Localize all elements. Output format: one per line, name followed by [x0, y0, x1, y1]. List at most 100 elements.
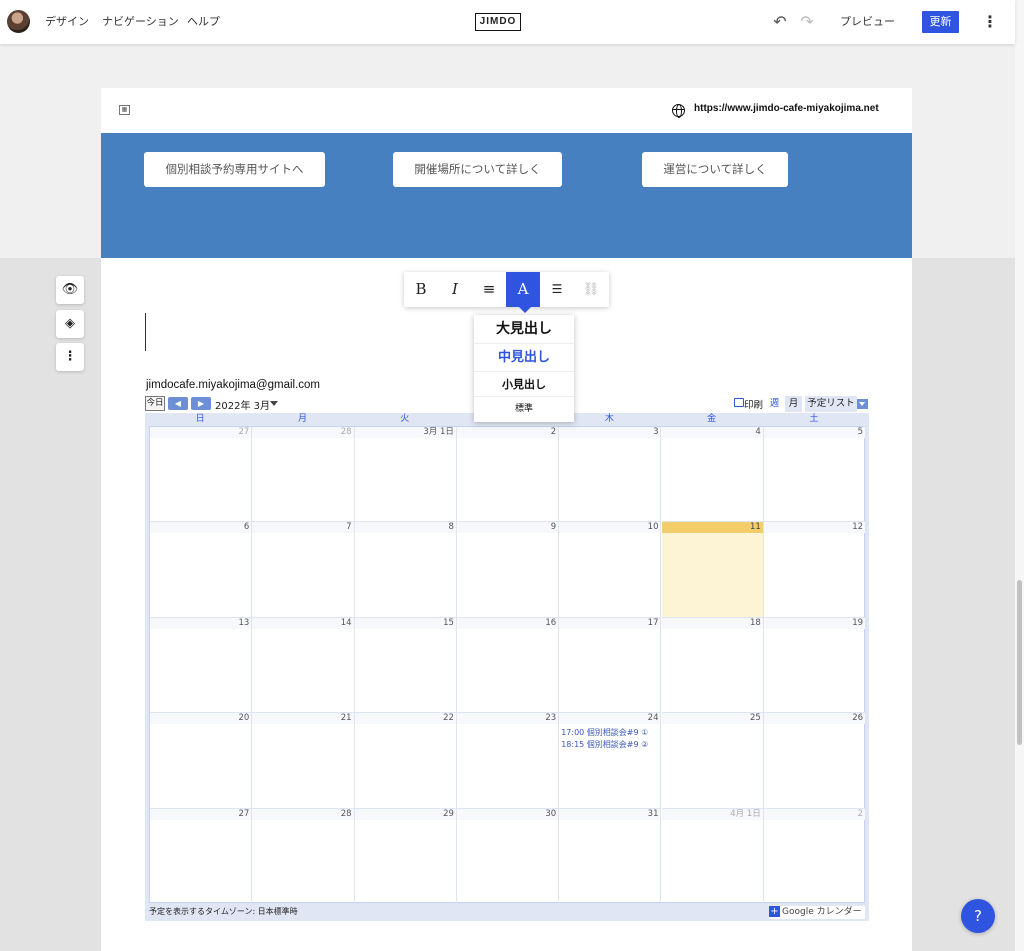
calendar-day-cell[interactable]: 8: [354, 522, 457, 618]
calendar-day-cell[interactable]: 16: [456, 617, 560, 714]
month-dropdown-icon[interactable]: [270, 401, 278, 406]
booking-site-button[interactable]: 個別相談予約専用サイトへ: [144, 152, 325, 187]
calendar-day-cell[interactable]: 24 17:00 個別相談会#9 ① 18:15 個別相談会#9 ②: [559, 713, 662, 809]
link-icon[interactable]: ⛓: [574, 272, 608, 307]
calendar-day-cell[interactable]: 5: [763, 427, 867, 523]
calendar-day-cell[interactable]: 10: [559, 522, 662, 618]
calendar-day-cell[interactable]: 27: [150, 808, 253, 904]
tab-month[interactable]: 月: [785, 396, 802, 412]
site-logo-icon[interactable]: ▦: [119, 105, 130, 115]
calendar-day-cell[interactable]: 30: [456, 808, 560, 904]
calendar-day-cell[interactable]: 15: [354, 617, 457, 714]
jimdo-logo: JIMDO: [475, 13, 521, 31]
more-menu-icon[interactable]: ⋮: [982, 10, 998, 34]
toolbar-pointer: [519, 307, 531, 313]
calendar-day-cell[interactable]: 3: [559, 427, 662, 523]
more-options-icon[interactable]: ⋮: [56, 343, 84, 371]
calendar-day-cell[interactable]: 22: [354, 713, 457, 809]
calendar-day-cell[interactable]: 6: [150, 522, 253, 618]
current-month[interactable]: 2022年 3月: [215, 397, 270, 412]
calendar-day-cell[interactable]: 2: [456, 427, 560, 523]
calendar-day-cell[interactable]: 13: [150, 617, 253, 714]
calendar-day-cell[interactable]: 23: [456, 713, 560, 809]
calendar-day-cell[interactable]: 18: [661, 617, 764, 714]
day-number: 21: [252, 713, 354, 725]
calendar-day-cell[interactable]: 3月 1日: [354, 427, 457, 523]
calendar-day-cell[interactable]: 17: [559, 617, 662, 714]
calendar-day-cell[interactable]: 27: [150, 427, 253, 523]
google-calendar-embed: 日月火水木金土 27283月 1日23456789101112131415161…: [145, 413, 869, 921]
day-number: 13: [150, 617, 252, 629]
calendar-day-cell[interactable]: 26: [763, 713, 867, 809]
print-button[interactable]: 印刷: [744, 397, 763, 411]
text-cursor: [145, 313, 146, 351]
heading-small-option[interactable]: 小見出し: [474, 372, 574, 397]
style-brush-icon[interactable]: ◈: [56, 310, 84, 338]
prev-month-icon[interactable]: ◀: [168, 397, 188, 410]
update-button[interactable]: 更新: [922, 11, 959, 33]
day-number: 20: [150, 713, 252, 725]
preview-button[interactable]: プレビュー: [840, 0, 895, 44]
calendar-event[interactable]: 17:00 個別相談会#9 ①: [561, 727, 648, 738]
calendar-day-cell[interactable]: 9: [456, 522, 560, 618]
day-number: 16: [456, 617, 559, 629]
preview-eye-icon[interactable]: 👁: [56, 276, 84, 304]
calendar-day-cell[interactable]: 2: [763, 808, 867, 904]
nav-help[interactable]: ヘルプ: [187, 0, 220, 44]
redo-icon[interactable]: ↷: [797, 12, 817, 32]
calendar-day-cell[interactable]: 31: [559, 808, 662, 904]
scrollbar-track[interactable]: [1015, 0, 1024, 951]
print-icon[interactable]: [734, 398, 744, 407]
help-button[interactable]: ?: [961, 899, 995, 933]
calendar-day-cell[interactable]: 21: [252, 713, 355, 809]
day-number: 11: [661, 522, 763, 534]
venue-details-button[interactable]: 開催場所について詳しく: [393, 152, 562, 187]
calendar-day-cell[interactable]: 11: [661, 522, 764, 618]
day-number: 8: [354, 522, 456, 534]
calendar-day-cell[interactable]: 7: [252, 522, 355, 618]
tab-week[interactable]: 週: [766, 396, 783, 412]
italic-button[interactable]: I: [438, 272, 472, 307]
calendar-day-cell[interactable]: 19: [763, 617, 867, 714]
calendar-day-cell[interactable]: 20: [150, 713, 253, 809]
calendar-event[interactable]: 18:15 個別相談会#9 ②: [561, 739, 648, 750]
calendar-day-cell[interactable]: 25: [661, 713, 764, 809]
text-style-icon[interactable]: A: [506, 272, 540, 307]
bold-button[interactable]: B: [404, 272, 438, 307]
calendar-email: jimdocafe.miyakojima@gmail.com: [146, 379, 320, 391]
management-details-button[interactable]: 運営について詳しく: [642, 152, 788, 187]
calendar-day-cell[interactable]: 28: [252, 427, 355, 523]
next-month-icon[interactable]: ▶: [191, 397, 211, 410]
undo-icon[interactable]: ↶: [770, 12, 790, 32]
calendar-day-cell[interactable]: 4: [661, 427, 764, 523]
day-number: 31: [559, 808, 661, 820]
chevron-down-icon[interactable]: [857, 399, 868, 409]
day-number: 14: [252, 617, 354, 629]
day-number: 27: [150, 427, 252, 438]
day-number: 27: [150, 808, 252, 820]
google-calendar-badge[interactable]: + Google カレンダー: [769, 906, 865, 919]
align-icon[interactable]: ≡: [472, 272, 506, 307]
calendar-day-cell[interactable]: 28: [252, 808, 355, 904]
normal-text-option[interactable]: 標準: [474, 397, 574, 422]
calendar-day-cell[interactable]: 14: [252, 617, 355, 714]
heading-large-option[interactable]: 大見出し: [474, 315, 574, 344]
heading-medium-option[interactable]: 中見出し: [474, 344, 574, 372]
nav-navigation[interactable]: ナビゲーション: [102, 0, 179, 44]
list-icon[interactable]: ☰: [540, 272, 574, 307]
google-calendar-label: Google カレンダー: [782, 907, 862, 917]
day-number: 10: [559, 522, 661, 534]
calendar-day-cell[interactable]: 29: [354, 808, 457, 904]
site-url[interactable]: https://www.jimdo-cafe-miyakojima.net: [694, 103, 879, 114]
calendar-day-cell[interactable]: 4月 1日: [661, 808, 764, 904]
day-number: 19: [763, 617, 866, 629]
today-button[interactable]: 今日: [145, 396, 165, 411]
scrollbar-thumb[interactable]: [1017, 580, 1022, 745]
avatar[interactable]: [7, 10, 30, 33]
tab-agenda[interactable]: 予定リスト: [805, 396, 857, 412]
day-number: 3: [559, 427, 661, 438]
calendar-day-cell[interactable]: 12: [763, 522, 867, 618]
nav-design[interactable]: デザイン: [45, 0, 89, 44]
weekday-header: 日: [195, 414, 205, 424]
day-number: 24: [559, 713, 661, 725]
